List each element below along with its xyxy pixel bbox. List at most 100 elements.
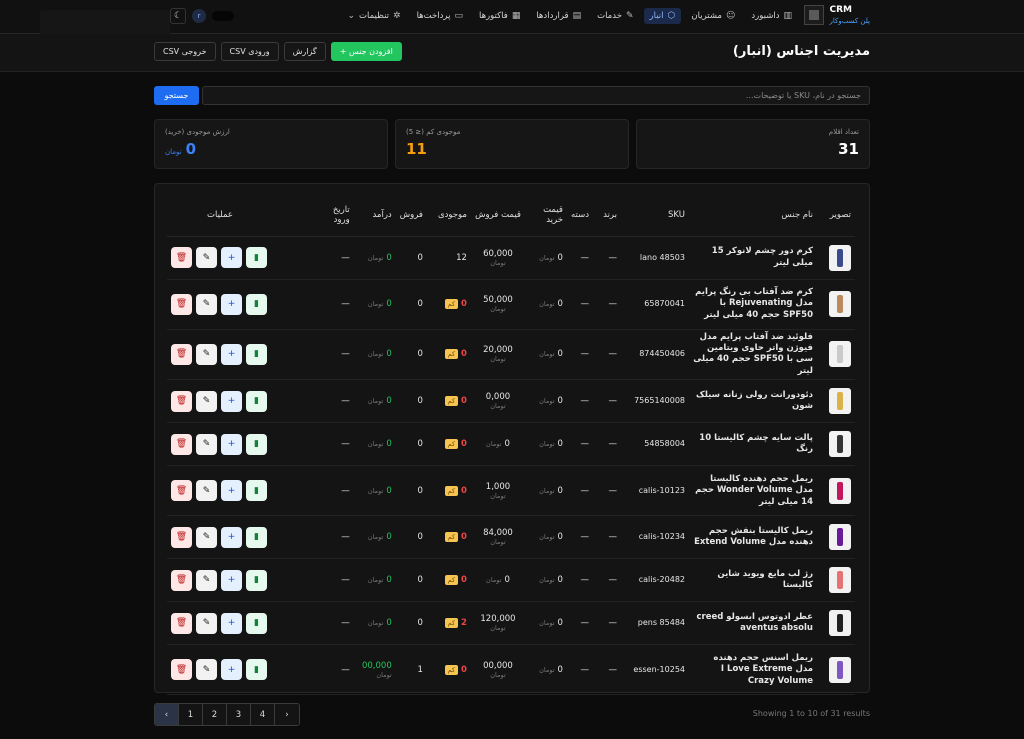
bar-chart-icon[interactable]: ▮ <box>246 343 267 365</box>
product-thumbnail[interactable] <box>829 388 851 415</box>
nav-item-customers[interactable]: ☺ مشتریان <box>685 8 741 24</box>
plus-icon[interactable]: + <box>221 293 242 315</box>
product-thumbnail[interactable] <box>829 431 851 458</box>
edit-icon[interactable]: ✎ <box>196 247 217 268</box>
moon-icon[interactable]: ☾ <box>170 8 186 24</box>
bar-chart-icon[interactable]: ▮ <box>246 612 267 634</box>
buy-price-value: 0 <box>557 485 563 496</box>
report-button[interactable]: گزارش <box>283 42 326 61</box>
bar-chart-icon[interactable]: ▮ <box>246 293 267 315</box>
page-button[interactable]: 4 <box>251 704 275 725</box>
search-input[interactable] <box>202 86 870 105</box>
table-header-row: تصویر نام جنس SKU برند دسته قیمت خرید قی… <box>167 194 855 237</box>
trash-icon[interactable]: 🗑 <box>171 659 192 681</box>
edit-icon[interactable]: ✎ <box>196 480 217 502</box>
bar-chart-icon[interactable]: ▮ <box>246 526 267 548</box>
product-thumbnail[interactable] <box>829 291 851 317</box>
product-name[interactable]: رژ لب مایع ویوید شاین کالیستا <box>693 569 813 592</box>
plus-icon[interactable]: + <box>221 659 242 681</box>
table-row[interactable]: دئودورانت رولی زنانه سیلک شون 7565140008… <box>167 379 855 424</box>
table-row[interactable]: رژ لب مایع ویوید شاین کالیستا calis-2048… <box>167 558 855 603</box>
bar-chart-icon[interactable]: ▮ <box>246 390 267 412</box>
page-button[interactable]: 3 <box>227 704 251 725</box>
product-name[interactable]: دئودورانت رولی زنانه سیلک شون <box>693 390 813 413</box>
table-row[interactable]: ریمل حجم دهنده کالیستا مدل Wonder Volume… <box>167 465 855 517</box>
edit-icon[interactable]: ✎ <box>196 343 217 365</box>
row-actions: 🗑 ✎ + ▮ <box>171 293 310 315</box>
nav-item-payments[interactable]: ▭ پرداخت‌ها <box>411 8 469 24</box>
product-name[interactable]: ریمل اسنس حجم دهنده مدل I Love Extreme C… <box>693 653 813 687</box>
bar-chart-icon[interactable]: ▮ <box>246 659 267 681</box>
product-thumbnail[interactable] <box>829 610 851 637</box>
table-row[interactable]: کرم ضد آفتاب بی رنگ پرایم مدل Rejuvenati… <box>167 279 855 330</box>
edit-icon[interactable]: ✎ <box>196 526 217 548</box>
product-thumbnail[interactable] <box>829 524 851 551</box>
plus-icon[interactable]: + <box>221 433 242 455</box>
next-page-button[interactable]: › <box>275 704 299 725</box>
brand[interactable]: CRM پلن کسب‌وکار <box>803 5 870 25</box>
plus-icon[interactable]: + <box>221 247 242 268</box>
stock-low: 0 کم <box>444 664 467 675</box>
trash-icon[interactable]: 🗑 <box>171 480 192 502</box>
avatar[interactable]: r <box>192 9 206 23</box>
product-name[interactable]: کرم دور چشم لانوکر 15 میلی لیتر <box>693 246 813 269</box>
import-csv-button[interactable]: CSV ورودی <box>220 42 279 61</box>
table-row[interactable]: عطر ادوتوس ابسولو creed aventus absolu p… <box>167 601 855 646</box>
edit-icon[interactable]: ✎ <box>196 612 217 634</box>
bar-chart-icon[interactable]: ▮ <box>246 433 267 455</box>
product-name[interactable]: ریمل کالیستا بنفش حجم دهنده مدل Extend V… <box>693 526 813 549</box>
trash-icon[interactable]: 🗑 <box>171 433 192 455</box>
plus-icon[interactable]: + <box>221 343 242 365</box>
stock-value: 0 <box>461 575 467 586</box>
nav-item-dashboard[interactable]: ▥ داشبورد <box>745 8 798 24</box>
plus-icon[interactable]: + <box>221 480 242 502</box>
prev-page-button[interactable]: ‹ <box>155 704 179 725</box>
trash-icon[interactable]: 🗑 <box>171 526 192 548</box>
table-row[interactable]: فلوئید ضد آفتاب پرایم مدل فیوژن واتر حاو… <box>167 329 855 381</box>
trash-icon[interactable]: 🗑 <box>171 612 192 634</box>
trash-icon[interactable]: 🗑 <box>171 293 192 315</box>
product-name[interactable]: کرم ضد آفتاب بی رنگ پرایم مدل Rejuvenati… <box>693 287 813 321</box>
nav-item-inventory[interactable]: ⬡ انبار <box>643 8 682 24</box>
edit-icon[interactable]: ✎ <box>196 390 217 412</box>
product-name[interactable]: فلوئید ضد آفتاب پرایم مدل فیوژن واتر حاو… <box>693 332 813 378</box>
search-button[interactable]: جستجو <box>154 86 199 105</box>
table-row[interactable]: ریمل کالیستا بنفش حجم دهنده مدل Extend V… <box>167 515 855 560</box>
product-name[interactable]: عطر ادوتوس ابسولو creed aventus absolu <box>693 612 813 635</box>
table-row[interactable]: ریمل اسنس حجم دهنده مدل I Love Extreme C… <box>167 644 855 696</box>
export-csv-button[interactable]: CSV خروجی <box>154 42 216 61</box>
bar-chart-icon[interactable]: ▮ <box>246 480 267 502</box>
trash-icon[interactable]: 🗑 <box>171 569 192 591</box>
plus-icon[interactable]: + <box>221 612 242 634</box>
nav-item-contracts[interactable]: ▤ قراردادها <box>530 8 587 24</box>
page-button[interactable]: 2 <box>203 704 227 725</box>
trash-icon[interactable]: 🗑 <box>171 390 192 412</box>
product-thumbnail[interactable] <box>829 244 851 271</box>
product-name[interactable]: ریمل حجم دهنده کالیستا مدل Wonder Volume… <box>693 474 813 508</box>
nav-item-services[interactable]: ✎ خدمات <box>591 8 639 24</box>
nav-item-settings[interactable]: ✲ تنظیمات ⌄ <box>342 8 407 24</box>
plus-icon[interactable]: + <box>221 526 242 548</box>
add-item-button[interactable]: + افزودن جنس <box>330 42 402 61</box>
product-thumbnail[interactable] <box>829 341 851 368</box>
trash-icon[interactable]: 🗑 <box>171 247 192 268</box>
product-thumbnail[interactable] <box>829 567 851 594</box>
nav-item-invoices[interactable]: ▦ فاکتورها <box>473 8 526 24</box>
table-row[interactable]: کرم دور چشم لانوکر 15 میلی لیتر lano 485… <box>167 236 855 280</box>
bar-chart-icon[interactable]: ▮ <box>246 247 267 268</box>
edit-icon[interactable]: ✎ <box>196 293 217 315</box>
edit-icon[interactable]: ✎ <box>196 569 217 591</box>
trash-icon[interactable]: 🗑 <box>171 343 192 365</box>
col-name: نام جنس <box>689 194 817 237</box>
plus-icon[interactable]: + <box>221 390 242 412</box>
product-name[interactable]: پالت سایه چشم کالیستا 10 رنگ <box>693 433 813 456</box>
product-thumbnail[interactable] <box>829 477 851 504</box>
cell-category: — <box>566 558 593 603</box>
bar-chart-icon[interactable]: ▮ <box>246 569 267 591</box>
edit-icon[interactable]: ✎ <box>196 433 217 455</box>
edit-icon[interactable]: ✎ <box>196 659 217 681</box>
page-button[interactable]: 1 <box>179 704 203 725</box>
product-thumbnail[interactable] <box>829 656 851 683</box>
plus-icon[interactable]: + <box>221 569 242 591</box>
table-row[interactable]: پالت سایه چشم کالیستا 10 رنگ 54858004 — … <box>167 422 855 467</box>
